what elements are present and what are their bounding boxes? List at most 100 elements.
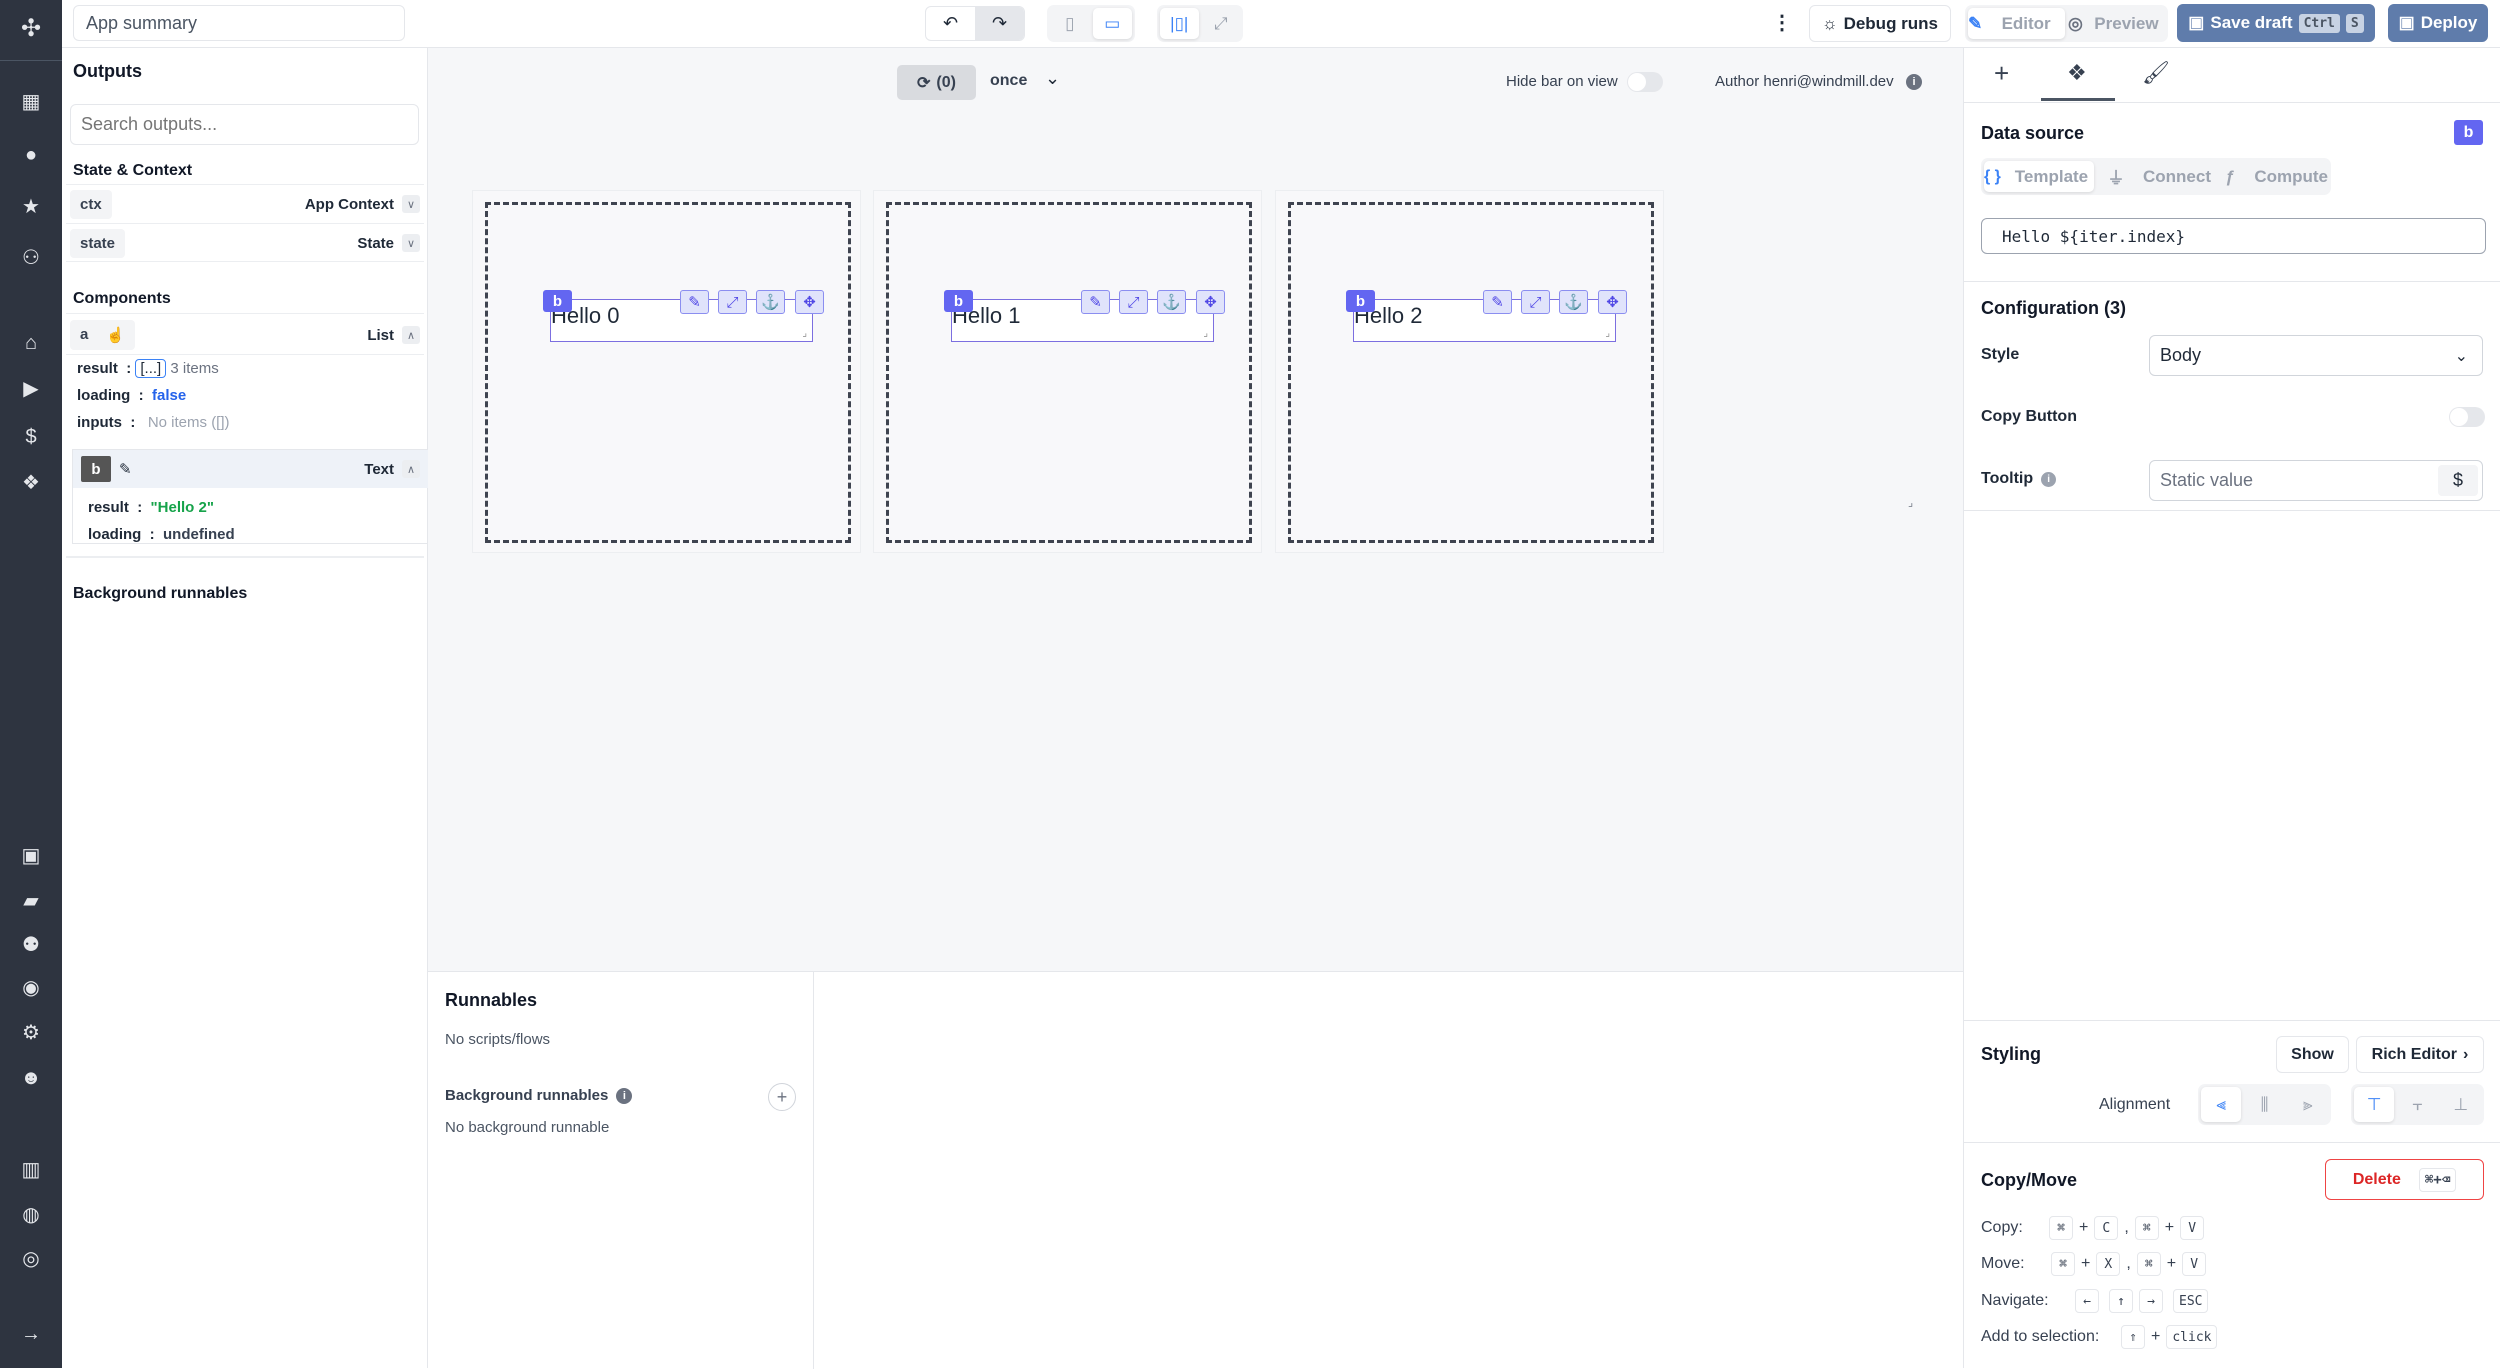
add-background-runnable-button[interactable]: + bbox=[768, 1083, 796, 1111]
discord-icon[interactable]: ◍ bbox=[0, 1203, 62, 1227]
expand-icon[interactable]: ⤢ bbox=[1521, 290, 1550, 314]
state-row[interactable]: state State ∨ bbox=[70, 225, 420, 261]
state-context-title: State & Context bbox=[73, 162, 193, 179]
mobile-icon[interactable]: ▯ bbox=[1050, 8, 1090, 39]
component-b-row[interactable]: b ✎ Text ∧ bbox=[73, 450, 428, 488]
apps-icon[interactable]: ▦ bbox=[0, 90, 62, 114]
rich-editor-button[interactable]: Rich Editor › bbox=[2356, 1036, 2484, 1073]
connect-tab[interactable]: ⏚ Connect bbox=[2097, 161, 2212, 192]
github-icon[interactable]: ◎ bbox=[0, 1247, 62, 1271]
data-source-title: Data source bbox=[1981, 123, 2085, 143]
deploy-button[interactable]: ▣ Deploy bbox=[2388, 4, 2488, 42]
star-icon[interactable]: ★ bbox=[0, 195, 62, 219]
tooltip-input[interactable]: Static value $ bbox=[2149, 460, 2483, 501]
preview-tab[interactable]: ◎ Preview bbox=[2068, 8, 2165, 39]
debug-runs-button[interactable]: ☼ Debug runs bbox=[1809, 5, 1951, 42]
redo-icon[interactable]: ↷ bbox=[975, 7, 1024, 40]
component-id-badge[interactable]: b bbox=[1346, 290, 1375, 312]
move-icon[interactable]: ✥ bbox=[795, 290, 824, 314]
group-icon[interactable]: ⚉ bbox=[0, 933, 62, 957]
top-bar: ↶ ↷ ▯▭ |▯|⤢ ⋮ ☼Debug runs ✎Editor ◎Previ… bbox=[62, 0, 2500, 48]
align-right-icon[interactable]: ⫸ bbox=[2288, 1087, 2328, 1122]
align-middle-icon[interactable]: ⫟ bbox=[2397, 1087, 2437, 1122]
eye-icon[interactable]: ◉ bbox=[0, 976, 62, 1000]
refresh-mode-select[interactable]: once bbox=[990, 72, 1027, 90]
anchor-icon[interactable]: ⚓ bbox=[1559, 290, 1588, 314]
expand-arrow-icon[interactable]: → bbox=[0, 1322, 62, 1346]
move-icon[interactable]: ✥ bbox=[1196, 290, 1225, 314]
component-id-badge[interactable]: b bbox=[543, 290, 572, 312]
component-a-row[interactable]: a ☝ List ∧ bbox=[70, 317, 420, 353]
show-styling-button[interactable]: Show bbox=[2276, 1036, 2349, 1073]
width-toggle: |▯| ⤢ bbox=[1157, 5, 1243, 42]
folder-icon[interactable]: ▰ bbox=[0, 889, 62, 913]
align-bottom-icon[interactable]: ⊥ bbox=[2441, 1087, 2481, 1122]
anchor-icon[interactable]: ⚓ bbox=[1157, 290, 1186, 314]
anchor-icon[interactable]: ⚓ bbox=[756, 290, 785, 314]
edit-icon[interactable]: ✎ bbox=[1081, 290, 1110, 314]
delete-button[interactable]: Delete ⌘+⌫ bbox=[2325, 1159, 2484, 1200]
chevron-down-icon[interactable]: ⌄ bbox=[1045, 68, 1060, 89]
search-outputs-input[interactable] bbox=[70, 104, 419, 145]
dollar-icon[interactable]: $ bbox=[2438, 465, 2478, 496]
hand-pointer-icon: ☝ bbox=[106, 327, 126, 344]
fixed-width-icon[interactable]: |▯| bbox=[1160, 8, 1199, 39]
plug-icon: ⏚ bbox=[2107, 169, 2125, 188]
gear-icon[interactable]: ⚙ bbox=[0, 1021, 62, 1045]
chevron-down-icon: ⌄ bbox=[2454, 347, 2468, 365]
align-top-icon[interactable]: ⊤ bbox=[2354, 1087, 2395, 1122]
save-draft-button[interactable]: ▣ Save draft Ctrl S bbox=[2177, 4, 2375, 42]
refresh-button[interactable]: ⟳ (0) bbox=[897, 65, 976, 100]
windmill-logo-icon[interactable]: ✣ bbox=[0, 17, 62, 41]
full-width-icon[interactable]: ⤢ bbox=[1202, 8, 1241, 39]
settings-tab-components-icon[interactable]: ❖ bbox=[2067, 60, 2087, 86]
calendar-icon[interactable]: ▣ bbox=[0, 844, 62, 868]
copy-button-toggle[interactable] bbox=[2449, 407, 2485, 427]
edit-icon[interactable]: ✎ bbox=[1483, 290, 1512, 314]
save-icon: ▣ bbox=[2398, 13, 2415, 32]
component-id-badge[interactable]: b bbox=[944, 290, 973, 312]
edit-icon[interactable]: ✎ bbox=[680, 290, 709, 314]
runnables-empty: No scripts/flows bbox=[445, 1031, 551, 1048]
chevron-up-icon: ∧ bbox=[402, 460, 420, 478]
insert-tab-plus-icon[interactable]: + bbox=[1994, 58, 2009, 89]
app-title-input[interactable] bbox=[73, 5, 405, 41]
component-id-badge: b bbox=[2454, 120, 2483, 145]
user-icon[interactable]: ● bbox=[0, 143, 62, 167]
align-left-icon[interactable]: ⫷ bbox=[2201, 1087, 2242, 1122]
background-runnables-title: Background runnables bbox=[73, 585, 248, 602]
more-menu-icon[interactable]: ⋮ bbox=[1772, 10, 1792, 35]
dollar-icon[interactable]: $ bbox=[0, 425, 62, 449]
move-icon[interactable]: ✥ bbox=[1598, 290, 1627, 314]
desktop-icon[interactable]: ▭ bbox=[1092, 8, 1132, 39]
undo-icon[interactable]: ↶ bbox=[926, 7, 975, 40]
home-icon[interactable]: ⌂ bbox=[0, 331, 62, 355]
book-icon[interactable]: ▥ bbox=[0, 1158, 62, 1182]
list-item: Hello 1 ⌟ b ✎ ⤢ ⚓ ✥ bbox=[873, 190, 1262, 553]
device-toggle: ▯ ▭ bbox=[1047, 5, 1135, 42]
expand-result-button[interactable]: [...] bbox=[135, 359, 167, 378]
template-editor[interactable]: Hello ${iter.index} bbox=[1981, 218, 2486, 254]
users-icon[interactable]: ⚇ bbox=[0, 246, 62, 270]
chevron-right-icon: › bbox=[2463, 1045, 2469, 1063]
align-center-icon[interactable]: ⫼ bbox=[2244, 1087, 2284, 1122]
copy-move-title: Copy/Move bbox=[1981, 1170, 2078, 1190]
resize-handle-icon[interactable]: ⌟ bbox=[1908, 496, 1913, 509]
expand-icon[interactable]: ⤢ bbox=[1119, 290, 1148, 314]
style-select[interactable]: Body ⌄ bbox=[2149, 335, 2483, 376]
styling-title: Styling bbox=[1981, 1044, 2042, 1064]
robot-icon[interactable]: ☻ bbox=[0, 1066, 62, 1090]
hide-bar-toggle[interactable] bbox=[1627, 72, 1663, 92]
hide-bar-label: Hide bar on view bbox=[1506, 73, 1618, 90]
cubes-icon[interactable]: ❖ bbox=[0, 471, 62, 495]
template-tab[interactable]: { } Template bbox=[1984, 161, 2094, 192]
theme-tab-brush-icon[interactable]: 🖌 bbox=[2142, 60, 2170, 86]
expand-icon[interactable]: ⤢ bbox=[718, 290, 747, 314]
chevron-down-icon: ∨ bbox=[402, 234, 420, 252]
info-icon: i bbox=[616, 1087, 633, 1104]
refresh-icon: ⟳ bbox=[917, 74, 931, 92]
play-icon[interactable]: ▶ bbox=[0, 377, 62, 401]
ctx-row[interactable]: ctx App Context ∨ bbox=[70, 186, 420, 222]
compute-tab[interactable]: ƒ Compute bbox=[2214, 161, 2328, 192]
editor-tab[interactable]: ✎ Editor bbox=[1968, 8, 2065, 39]
